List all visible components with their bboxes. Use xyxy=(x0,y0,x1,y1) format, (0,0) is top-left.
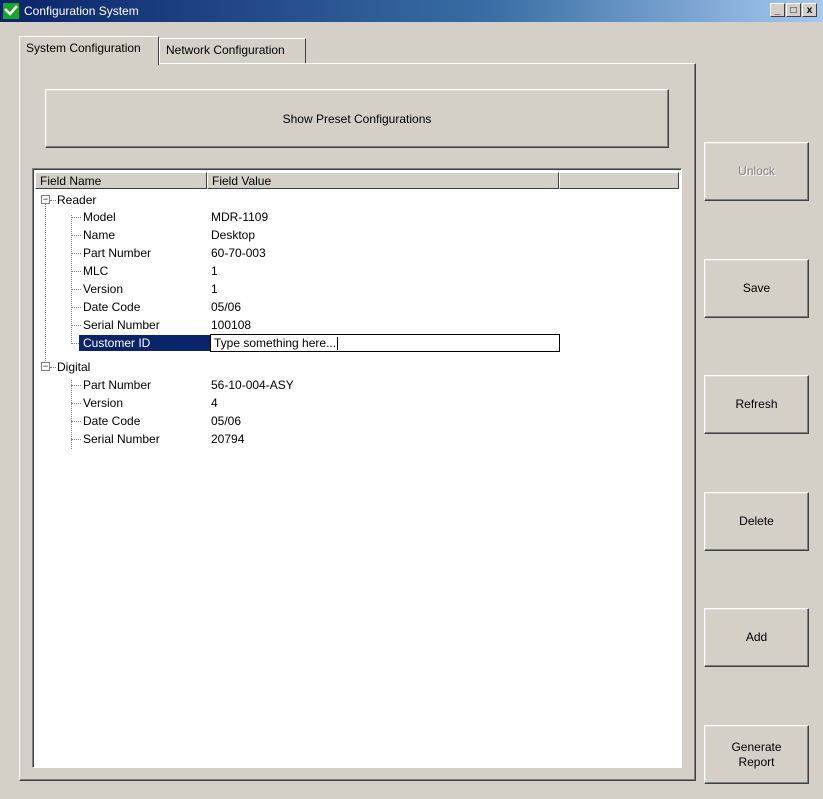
text-caret xyxy=(337,337,339,351)
tree-line xyxy=(71,307,81,308)
field-name[interactable]: Model xyxy=(83,208,116,226)
property-grid[interactable]: Field Name Field Value − Reader Model MD… xyxy=(32,168,682,768)
column-header-empty[interactable] xyxy=(559,172,679,189)
field-name[interactable]: Date Code xyxy=(83,412,140,430)
group-digital[interactable]: Digital xyxy=(57,358,90,376)
field-value[interactable]: 100108 xyxy=(211,316,251,334)
title-bar: Configuration System _ □ x xyxy=(0,0,823,22)
tree-line xyxy=(71,253,81,254)
field-name[interactable]: Version xyxy=(83,394,123,412)
tree-line xyxy=(71,217,81,218)
minimize-button[interactable]: _ xyxy=(770,3,785,17)
tree-line xyxy=(71,325,81,326)
field-value[interactable]: 05/06 xyxy=(211,298,241,316)
field-value[interactable]: MDR-1109 xyxy=(211,208,268,226)
collapse-digital-toggle[interactable]: − xyxy=(41,362,50,371)
field-value[interactable]: 20794 xyxy=(211,430,244,448)
tab-label: System Configuration xyxy=(26,41,141,55)
field-value[interactable]: 1 xyxy=(211,262,218,280)
tree-line xyxy=(50,200,56,201)
field-value[interactable]: 56-10-004-ASY xyxy=(211,376,294,394)
unlock-button[interactable]: Unlock xyxy=(704,142,809,201)
field-value[interactable]: Desktop xyxy=(211,226,255,244)
collapse-reader-toggle[interactable]: − xyxy=(41,195,50,204)
tree-line xyxy=(45,199,46,367)
field-name[interactable]: Serial Number xyxy=(83,430,160,448)
refresh-button[interactable]: Refresh xyxy=(704,375,809,434)
field-name[interactable]: Part Number xyxy=(83,244,151,262)
customer-id-edit-field[interactable]: Type something here... xyxy=(210,334,560,352)
field-name[interactable]: Serial Number xyxy=(83,316,160,334)
close-button[interactable]: x xyxy=(802,3,817,17)
column-header-field-value[interactable]: Field Value xyxy=(207,172,559,189)
field-name[interactable]: Date Code xyxy=(83,298,140,316)
field-name[interactable]: Part Number xyxy=(83,376,151,394)
delete-button[interactable]: Delete xyxy=(704,492,809,551)
tree-line xyxy=(71,439,81,440)
field-value[interactable]: 4 xyxy=(211,394,218,412)
app-icon xyxy=(3,3,19,19)
field-value[interactable]: 05/06 xyxy=(211,412,241,430)
show-preset-configurations-button[interactable]: Show Preset Configurations xyxy=(45,89,669,148)
tree-line xyxy=(71,403,81,404)
tree-line xyxy=(50,367,56,368)
selected-field-name[interactable]: Customer ID xyxy=(79,335,217,351)
tree-line xyxy=(71,421,81,422)
tab-system-configuration[interactable]: System Configuration xyxy=(19,36,159,65)
field-value[interactable]: 1 xyxy=(211,280,218,298)
edit-placeholder: Type something here... xyxy=(214,336,337,350)
tab-network-configuration[interactable]: Network Configuration xyxy=(159,38,306,64)
field-value[interactable]: 60-70-003 xyxy=(211,244,266,262)
generate-report-button[interactable]: Generate Report xyxy=(704,725,809,784)
maximize-button[interactable]: □ xyxy=(786,3,801,17)
tab-label: Network Configuration xyxy=(166,43,285,57)
field-name[interactable]: MLC xyxy=(83,262,108,280)
tree-line xyxy=(71,271,81,272)
field-name[interactable]: Version xyxy=(83,280,123,298)
window-title: Configuration System xyxy=(24,4,139,18)
save-button[interactable]: Save xyxy=(704,259,809,318)
add-button[interactable]: Add xyxy=(704,608,809,667)
tree-line xyxy=(71,385,81,386)
column-header-field-name[interactable]: Field Name xyxy=(35,172,207,189)
group-reader[interactable]: Reader xyxy=(57,191,96,209)
field-name[interactable]: Name xyxy=(83,226,115,244)
tree-line xyxy=(71,235,81,236)
tree-line xyxy=(71,289,81,290)
